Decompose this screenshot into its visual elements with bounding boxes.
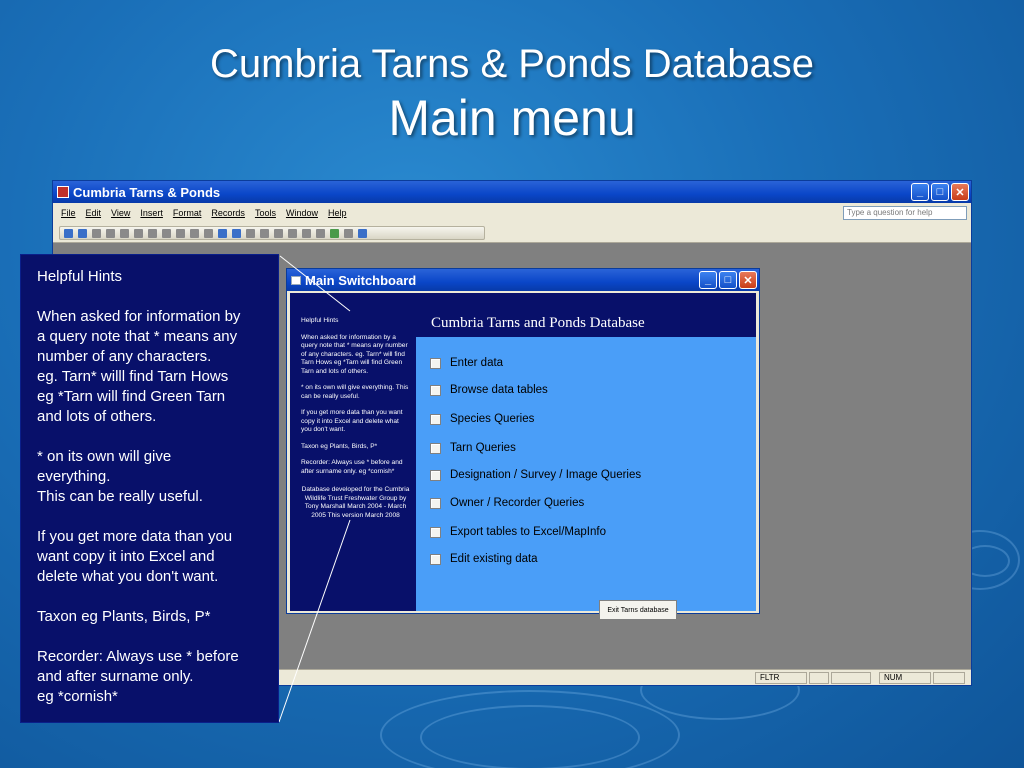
help-search-input[interactable]: Type a question for help — [843, 206, 967, 220]
option-button[interactable] — [430, 469, 441, 481]
toolbar — [53, 223, 971, 243]
hints-text: When asked for information by a query no… — [301, 333, 408, 375]
menu-item-label: Tarn Queries — [450, 442, 516, 454]
hints-heading: Helpful Hints — [301, 317, 339, 324]
menu-item-species-queries[interactable]: Species Queries — [430, 413, 534, 425]
switchboard-title: Main Switchboard — [305, 272, 417, 288]
option-button[interactable] — [430, 442, 441, 454]
callout-text: Taxon eg Plants, Birds, P* — [37, 608, 211, 625]
option-button[interactable] — [430, 357, 441, 369]
menu-item-designation-queries[interactable]: Designation / Survey / Image Queries — [430, 469, 641, 481]
menu-item-label: Species Queries — [450, 413, 535, 425]
menu-edit[interactable]: Edit — [86, 208, 102, 218]
menu-item-export-tables[interactable]: Export tables to Excel/MapInfo — [430, 526, 606, 538]
print-preview-icon[interactable] — [120, 228, 129, 238]
cut-icon[interactable] — [148, 228, 157, 238]
menu-item-label: Owner / Recorder Queries — [450, 497, 585, 509]
hints-text: If you get more data than you want copy … — [301, 409, 403, 433]
apply-filter-icon[interactable] — [274, 228, 283, 238]
switchboard-hints-panel: Helpful Hints When asked for information… — [290, 293, 416, 611]
hints-text: * on its own will give everything. This … — [301, 384, 409, 400]
callout-text: * on its own will give everything. This … — [37, 448, 203, 505]
status-cell — [809, 672, 829, 684]
delete-record-icon[interactable] — [316, 228, 325, 238]
hints-text: Recorder: Always use * before and after … — [301, 459, 403, 475]
find-icon[interactable] — [288, 228, 297, 238]
switchboard-header: Cumbria Tarns and Ponds Database — [416, 293, 756, 337]
menu-item-label: Enter data — [450, 357, 504, 369]
menu-item-edit-existing-data[interactable]: Edit existing data — [430, 553, 538, 565]
menu-item-label: Edit existing data — [450, 553, 538, 565]
access-window-title: Cumbria Tarns & Ponds — [73, 184, 221, 200]
toolbar-strip — [59, 226, 485, 240]
help-icon[interactable] — [358, 228, 367, 238]
switchboard-maximize-button[interactable]: □ — [719, 271, 737, 289]
switchboard-body: Helpful Hints When asked for information… — [290, 293, 756, 620]
switchboard-close-button[interactable]: ✕ — [739, 271, 757, 289]
callout-text: When asked for information by a query no… — [37, 308, 241, 425]
callout-text: Recorder: Always use * before and after … — [37, 648, 239, 705]
menu-item-label: Browse data tables — [450, 384, 548, 396]
hyperlink-icon[interactable] — [204, 228, 213, 238]
database-window-icon[interactable] — [330, 228, 339, 238]
print-icon[interactable] — [106, 228, 115, 238]
file-search-icon[interactable] — [92, 228, 101, 238]
design-view-icon[interactable] — [64, 228, 73, 238]
menu-format[interactable]: Format — [173, 208, 202, 218]
undo-icon[interactable] — [190, 228, 199, 238]
access-app-icon — [57, 186, 69, 198]
status-fltr: FLTR — [755, 672, 807, 684]
option-button[interactable] — [430, 497, 441, 509]
filter-form-icon[interactable] — [260, 228, 269, 238]
copy-icon[interactable] — [162, 228, 171, 238]
menu-item-label: Export tables to Excel/MapInfo — [450, 526, 606, 538]
status-num: NUM — [879, 672, 931, 684]
menu-file[interactable]: File — [61, 208, 76, 218]
close-button[interactable]: ✕ — [951, 183, 969, 201]
slide-title-line2: Main menu — [388, 90, 636, 146]
callout-heading: Helpful Hints — [37, 268, 123, 285]
ripple-decoration — [420, 705, 640, 768]
spelling-icon[interactable] — [134, 228, 143, 238]
exit-database-button[interactable]: Exit Tarns database — [599, 600, 677, 620]
switchboard-titlebar[interactable]: Main Switchboard _ □ ✕ — [287, 269, 759, 291]
menu-item-enter-data[interactable]: Enter data — [430, 357, 503, 369]
menu-item-label: Designation / Survey / Image Queries — [450, 469, 642, 481]
menu-insert[interactable]: Insert — [140, 208, 163, 218]
menu-window[interactable]: Window — [286, 208, 318, 218]
minimize-button[interactable]: _ — [911, 183, 929, 201]
status-cell — [831, 672, 871, 684]
hints-text: Taxon eg Plants, Birds, P* — [301, 442, 378, 450]
menu-item-owner-recorder-queries[interactable]: Owner / Recorder Queries — [430, 497, 584, 509]
menu-item-browse-data-tables[interactable]: Browse data tables — [430, 384, 548, 396]
slide-title-line1: Cumbria Tarns & Ponds Database — [209, 42, 815, 86]
credits-text: Database developed for the Cumbria Wildl… — [301, 486, 410, 519]
menu-tools[interactable]: Tools — [255, 208, 276, 218]
menu-view[interactable]: View — [111, 208, 130, 218]
save-icon[interactable] — [78, 228, 87, 238]
switchboard-minimize-button[interactable]: _ — [699, 271, 717, 289]
new-object-icon[interactable] — [344, 228, 353, 238]
sort-descending-icon[interactable] — [232, 228, 241, 238]
slide-title: Cumbria Tarns & Ponds Database Main menu — [0, 40, 1024, 148]
status-cell — [933, 672, 965, 684]
option-button[interactable] — [430, 384, 441, 396]
menu-item-tarn-queries[interactable]: Tarn Queries — [430, 442, 516, 454]
paste-icon[interactable] — [176, 228, 185, 238]
menu-records[interactable]: Records — [211, 208, 245, 218]
main-switchboard-window: Main Switchboard _ □ ✕ Helpful Hints Whe… — [286, 268, 760, 620]
new-record-icon[interactable] — [302, 228, 311, 238]
option-button[interactable] — [430, 413, 441, 425]
option-button[interactable] — [430, 553, 441, 565]
callout-text: If you get more data than you want copy … — [37, 528, 233, 585]
filter-selection-icon[interactable] — [246, 228, 255, 238]
helpful-hints-callout: Helpful Hints When asked for information… — [20, 254, 279, 723]
access-titlebar[interactable]: Cumbria Tarns & Ponds _ □ ✕ — [53, 181, 971, 203]
menu-bar: File Edit View Insert Format Records Too… — [53, 203, 971, 223]
maximize-button[interactable]: □ — [931, 183, 949, 201]
form-icon — [291, 275, 301, 285]
menu-help[interactable]: Help — [328, 208, 347, 218]
option-button[interactable] — [430, 526, 441, 538]
sort-ascending-icon[interactable] — [218, 228, 227, 238]
